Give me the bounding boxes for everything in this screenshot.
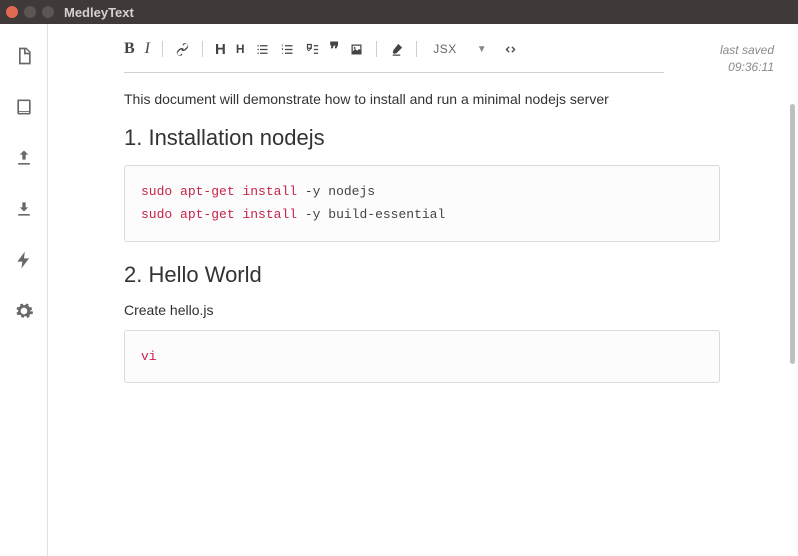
chevron-down-icon[interactable]: ▼ [477, 44, 487, 55]
upload-icon [14, 148, 34, 168]
section-heading-1: 1. Installation nodejs [124, 125, 672, 151]
doc-paragraph: Create hello.js [124, 302, 672, 318]
sidebar-import[interactable] [14, 199, 34, 224]
sidebar-flash[interactable] [14, 250, 34, 275]
numbered-list-icon[interactable] [280, 42, 295, 57]
section-heading-2: 2. Hello World [124, 262, 672, 288]
code-block-1[interactable]: sudo apt-get install -y nodejssudo apt-g… [124, 165, 720, 242]
gear-icon [14, 301, 34, 321]
window-minimize-button[interactable] [24, 6, 36, 18]
sidebar-settings[interactable] [14, 301, 34, 326]
image-icon[interactable] [349, 42, 364, 57]
editor-pane: B I H H ❞ JSX ▼ last saved [48, 24, 798, 556]
document-icon [14, 46, 34, 66]
bullet-list-icon[interactable] [255, 42, 270, 57]
quote-button[interactable]: ❞ [330, 44, 340, 54]
last-saved-indicator: last saved 09:36:11 [720, 42, 774, 76]
italic-button[interactable]: I [145, 40, 150, 58]
checklist-icon[interactable] [305, 42, 320, 57]
document-body[interactable]: This document will demonstrate how to in… [48, 73, 732, 383]
lightning-icon [14, 250, 34, 270]
window-maximize-button[interactable] [42, 6, 54, 18]
last-saved-label: last saved [720, 42, 774, 59]
sidebar-export[interactable] [14, 148, 34, 173]
sidebar-new-note[interactable] [14, 46, 34, 71]
code-icon[interactable] [503, 42, 518, 57]
window-close-button[interactable] [6, 6, 18, 18]
sidebar-notebooks[interactable] [14, 97, 34, 122]
window-titlebar: MedleyText [0, 0, 798, 24]
toolbar-wrap: B I H H ❞ JSX ▼ last saved [48, 24, 798, 73]
last-saved-time: 09:36:11 [720, 59, 774, 76]
toolbar-divider [376, 41, 377, 57]
format-toolbar: B I H H ❞ JSX ▼ [124, 40, 664, 73]
link-icon[interactable] [175, 42, 190, 57]
toolbar-divider [416, 41, 417, 57]
app-root: B I H H ❞ JSX ▼ last saved [0, 24, 798, 556]
sidebar [0, 24, 48, 556]
book-icon [14, 97, 34, 117]
doc-intro: This document will demonstrate how to in… [124, 91, 672, 107]
download-icon [14, 199, 34, 219]
scrollbar[interactable] [790, 104, 795, 364]
window-title: MedleyText [64, 5, 134, 20]
toolbar-divider [202, 41, 203, 57]
code-block-2[interactable]: vi [124, 330, 720, 383]
highlighter-icon[interactable] [389, 42, 404, 57]
toolbar-divider [162, 41, 163, 57]
code-language-select[interactable]: JSX [433, 42, 457, 56]
heading-large-button[interactable]: H [215, 41, 226, 58]
heading-small-button[interactable]: H [236, 42, 245, 56]
bold-button[interactable]: B [124, 40, 135, 58]
